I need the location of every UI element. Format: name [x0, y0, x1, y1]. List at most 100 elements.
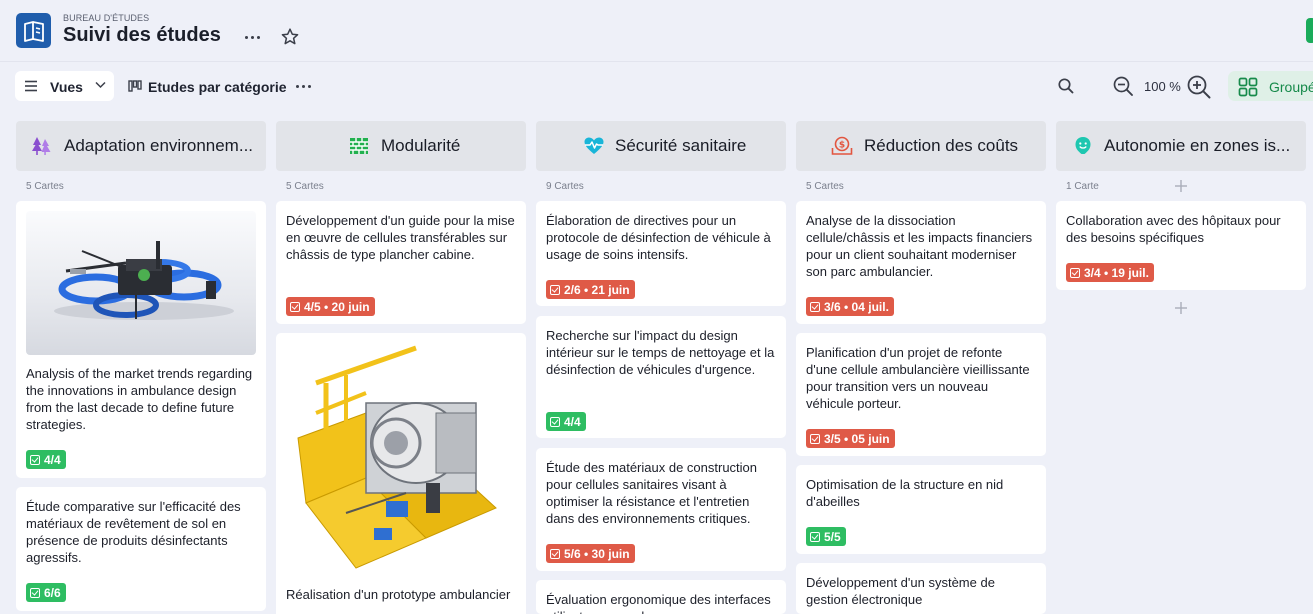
- badge-text: 4/5 • 20 juin: [304, 299, 370, 314]
- badge-text: 5/5: [824, 529, 841, 544]
- add-card-icon[interactable]: [1174, 301, 1188, 315]
- card-count: 5 Cartes: [806, 181, 844, 192]
- card-text: Réalisation d'un prototype ambulancier: [286, 587, 511, 602]
- card-count: 5 Cartes: [286, 181, 324, 192]
- chevron-down-icon: [95, 81, 106, 89]
- zoom-level: 100 %: [1144, 79, 1181, 94]
- checklist-icon: [30, 587, 40, 598]
- card-count: 1 Carte: [1066, 181, 1099, 192]
- card-text: Analysis of the market trends regarding …: [26, 366, 253, 432]
- drone-icon: [26, 211, 256, 355]
- card[interactable]: Développement d'un guide pour la mise en…: [276, 201, 526, 324]
- column-title: Réduction des coûts: [864, 136, 1019, 155]
- checklist-icon: [810, 531, 820, 542]
- checklist-badge: 6/6: [26, 583, 66, 602]
- book-icon[interactable]: [16, 13, 51, 48]
- view-options-icon[interactable]: [296, 82, 318, 90]
- checklist-badge: 3/6 • 04 juil.: [806, 297, 894, 316]
- machine-icon: [286, 343, 516, 579]
- card-count: 5 Cartes: [26, 181, 64, 192]
- column-title: Autonomie en zones is...: [1104, 136, 1291, 155]
- top-bar: BUREAU D'ÉTUDES Suivi des études: [0, 0, 1313, 62]
- badge-text: 3/5 • 05 juin: [824, 431, 890, 446]
- card[interactable]: Analyse de la dissociation cellule/châss…: [796, 201, 1046, 324]
- current-view[interactable]: Etudes par catégorie: [128, 78, 287, 96]
- card[interactable]: Collaboration avec des hôpitaux pour des…: [1056, 201, 1306, 290]
- card-text: Collaboration avec des hôpitaux pour des…: [1066, 213, 1281, 245]
- trees-icon: [32, 137, 51, 155]
- checklist-icon: [810, 301, 820, 312]
- card-text: Évaluation ergonomique des interfaces ut…: [546, 592, 771, 614]
- star-icon[interactable]: [280, 27, 300, 47]
- card-text: Élaboration de directives pour un protoc…: [546, 213, 771, 262]
- checklist-icon: [810, 433, 820, 444]
- page-title: Suivi des études: [63, 24, 221, 46]
- views-dropdown[interactable]: Vues: [15, 71, 114, 101]
- checklist-badge: 2/6 • 21 juin: [546, 280, 635, 299]
- checklist-badge: 4/4: [26, 450, 66, 469]
- money-icon: $: [831, 136, 853, 155]
- zoom-in-icon[interactable]: [1186, 74, 1212, 100]
- checklist-icon: [550, 416, 560, 427]
- checklist-badge: 5/6 • 30 juin: [546, 544, 635, 563]
- card[interactable]: Optimisation de la structure en nid d'ab…: [796, 465, 1046, 554]
- card[interactable]: Analysis of the market trends regarding …: [16, 201, 266, 478]
- checklist-icon: [550, 284, 560, 295]
- badge-text: 4/4: [564, 414, 581, 429]
- badge-text: 5/6 • 30 juin: [564, 546, 630, 561]
- views-label: Vues: [50, 79, 83, 95]
- card-text: Développement d'un système de gestion él…: [806, 575, 995, 607]
- view-name-label: Etudes par catégorie: [148, 79, 287, 95]
- card[interactable]: Développement d'un système de gestion él…: [796, 563, 1046, 614]
- card-text: Étude comparative sur l'efficacité des m…: [26, 499, 241, 565]
- card-text: Recherche sur l'impact du design intérie…: [546, 328, 775, 377]
- card[interactable]: Évaluation ergonomique des interfaces ut…: [536, 580, 786, 614]
- menu-icon: [25, 80, 37, 92]
- badge-text: 4/4: [44, 452, 61, 467]
- card[interactable]: Recherche sur l'impact du design intérie…: [536, 316, 786, 438]
- card-text: Étude des matériaux de construction pour…: [546, 460, 758, 526]
- card-count: 9 Cartes: [546, 181, 584, 192]
- svg-text:$: $: [839, 141, 845, 151]
- column-header[interactable]: Autonomie en zones is...: [1056, 121, 1306, 171]
- column-title: Sécurité sanitaire: [615, 136, 747, 155]
- column-header[interactable]: Modularité: [276, 121, 526, 171]
- checklist-icon: [1070, 267, 1080, 278]
- divider: [0, 61, 1313, 62]
- checklist-icon: [550, 548, 560, 559]
- brick-wall-icon: [350, 138, 368, 154]
- card-text: Analyse de la dissociation cellule/châss…: [806, 213, 1033, 279]
- search-icon[interactable]: [1056, 76, 1076, 96]
- more-options-icon[interactable]: [240, 26, 264, 48]
- grid-icon: [1238, 77, 1258, 97]
- checklist-badge: 5/5: [806, 527, 846, 546]
- group-label: Groupé: [1269, 79, 1313, 95]
- badge-text: 3/4 • 19 juil.: [1084, 265, 1149, 280]
- share-button[interactable]: [1306, 18, 1313, 43]
- add-card-icon[interactable]: [1174, 179, 1188, 193]
- card[interactable]: Réalisation d'un prototype ambulancier: [276, 333, 526, 614]
- checklist-badge: 4/4: [546, 412, 586, 431]
- checklist-badge: 3/5 • 05 juin: [806, 429, 895, 448]
- checklist-icon: [290, 301, 300, 312]
- checklist-badge: 4/5 • 20 juin: [286, 297, 375, 316]
- column-title: Modularité: [381, 136, 461, 155]
- heartbeat-icon: [584, 137, 604, 154]
- card[interactable]: Étude comparative sur l'efficacité des m…: [16, 487, 266, 611]
- card[interactable]: Étude des matériaux de construction pour…: [536, 448, 786, 571]
- card-text: Planification d'un projet de refonte d'u…: [806, 345, 1030, 411]
- kanban-icon: [128, 80, 142, 92]
- card[interactable]: Planification d'un projet de refonte d'u…: [796, 333, 1046, 456]
- column-title: Adaptation environnem...: [64, 136, 254, 155]
- column-header[interactable]: Sécurité sanitaire: [536, 121, 786, 171]
- card[interactable]: Élaboration de directives pour un protoc…: [536, 201, 786, 306]
- badge-text: 2/6 • 21 juin: [564, 282, 630, 297]
- zoom-out-icon[interactable]: [1112, 75, 1134, 97]
- badge-text: 3/6 • 04 juil.: [824, 299, 889, 314]
- badge-text: 6/6: [44, 585, 61, 600]
- checklist-icon: [30, 454, 40, 465]
- column-header[interactable]: Adaptation environnem...: [16, 121, 266, 171]
- column-header[interactable]: $ Réduction des coûts: [796, 121, 1046, 171]
- group-button[interactable]: Groupé: [1228, 71, 1313, 101]
- card-text: Optimisation de la structure en nid d'ab…: [806, 477, 1004, 509]
